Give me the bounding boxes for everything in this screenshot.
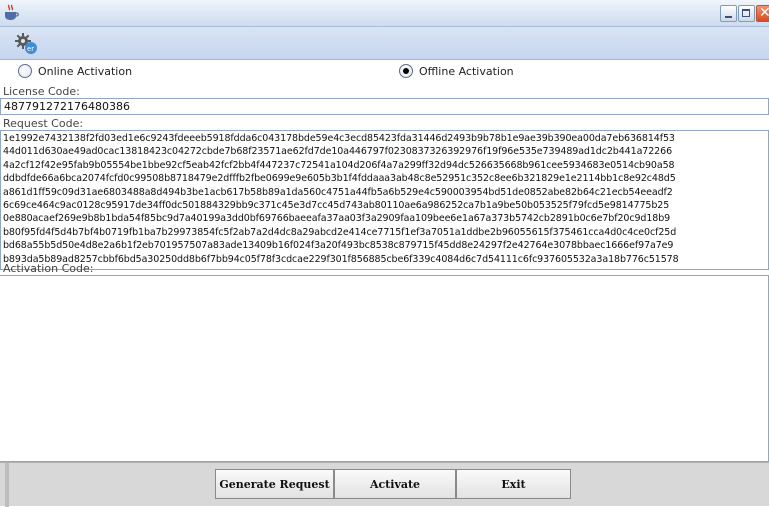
offline-activation-radio[interactable] — [399, 64, 413, 78]
request-code-label: Request Code: — [3, 117, 84, 130]
exit-button[interactable]: Exit — [456, 469, 571, 499]
java-coffee-icon — [5, 4, 19, 20]
request-code-line: b893da5b89ad8257cbbf6bd5a30250dd8b6f7bb9… — [3, 253, 679, 265]
request-code-line: bd68a55b5d50e4d8e2a6b1f2eb701957507a83ad… — [3, 240, 674, 252]
request-code-line: 4a2cf12f42e95fab9b05554be1bbe92cf5eab42f… — [3, 159, 675, 171]
request-code-line: 6c69ce464c9ac0128c95917de34ff0dc50188432… — [3, 199, 670, 211]
close-icon: ✕ — [759, 5, 769, 21]
online-activation-label[interactable]: Online Activation — [38, 65, 132, 78]
close-button[interactable]: ✕ — [756, 5, 769, 22]
request-code-line: 44d011d630ae49ad0cac13818423c04272cbde7b… — [3, 146, 673, 158]
request-code-line: a861d1ff59c09d31ae6803488a8d494b3be1acb6… — [3, 186, 673, 198]
title-bar: ✕ — [0, 0, 769, 27]
online-activation-radio[interactable] — [18, 64, 32, 78]
footer-edge — [5, 463, 9, 507]
request-code-line: 0e880acaef269e9b8b1bda54f85bc9d7a40199a3… — [3, 213, 671, 225]
maximize-button[interactable] — [738, 5, 755, 22]
request-code-line: b80f95fd4f5d4b7bf4b0719fb1ba7b29973854fc… — [3, 226, 677, 238]
maximize-icon — [742, 9, 750, 17]
request-code-line: ddbdfde66a6bca2074fcfd0c99508b8718479e2d… — [3, 173, 676, 185]
activation-mode-group: Online Activation Offline Activation — [0, 61, 769, 83]
button-bar: Generate Request Activate Exit — [0, 462, 769, 507]
minimize-icon — [725, 16, 732, 18]
activate-button[interactable]: Activate — [334, 469, 456, 499]
minimize-button[interactable] — [720, 5, 737, 22]
license-code-label: License Code: — [3, 85, 80, 98]
license-code-field[interactable]: 487791272176480386 — [0, 98, 769, 115]
svg-text:er: er — [27, 45, 34, 53]
activation-code-textarea[interactable] — [0, 275, 769, 462]
offline-activation-label[interactable]: Offline Activation — [419, 65, 514, 78]
request-code-textarea[interactable]: 1e1992e7432138f2fd03ed1e6c9243fdeeeb5918… — [0, 130, 769, 270]
generate-request-button[interactable]: Generate Request — [215, 469, 334, 499]
toolbar: er — [0, 27, 769, 60]
request-code-line: 1e1992e7432138f2fd03ed1e6c9243fdeeeb5918… — [3, 133, 675, 144]
activation-code-label: Activation Code: — [3, 262, 94, 275]
gear-icon[interactable]: er — [14, 33, 40, 55]
